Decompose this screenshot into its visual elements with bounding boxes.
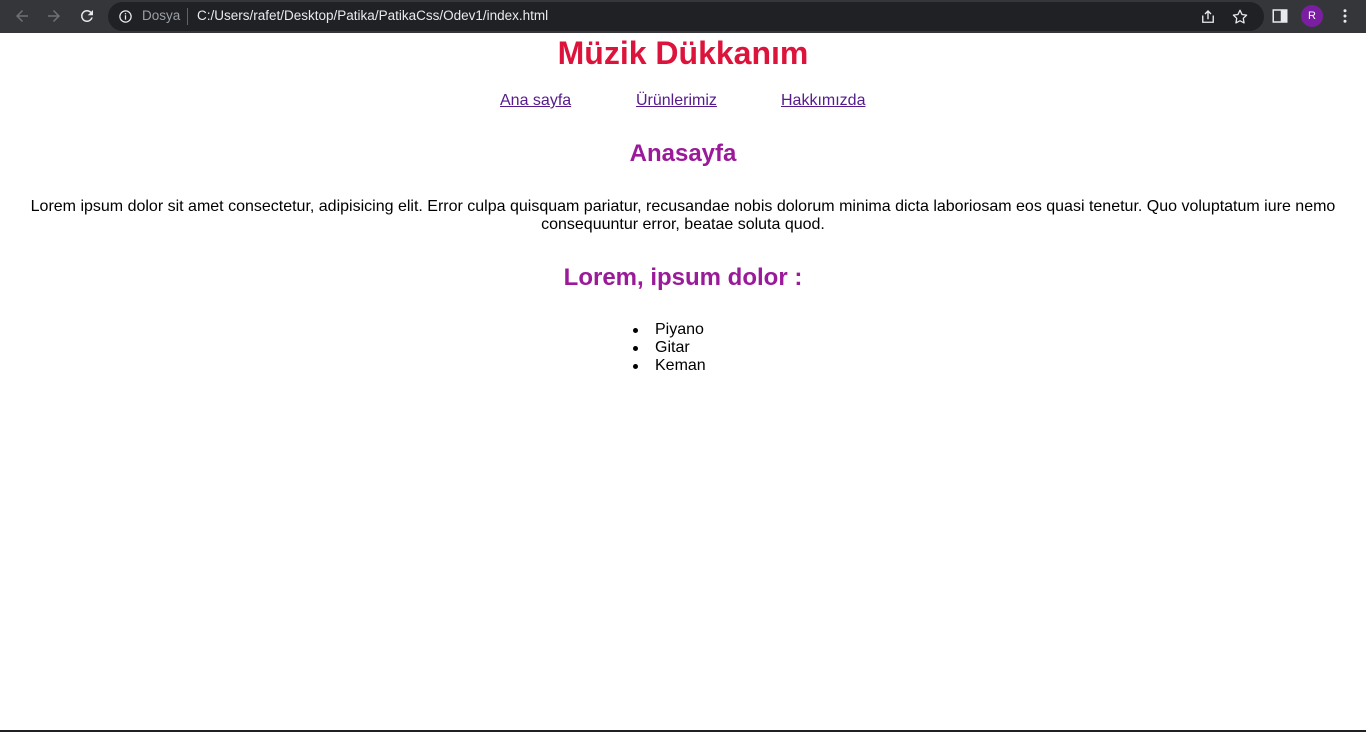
list-item: Piyano <box>633 321 706 339</box>
forward-icon <box>48 10 60 22</box>
list-item: Gitar <box>633 339 706 357</box>
omnibox-separator <box>187 8 188 25</box>
side-panel-icon[interactable] <box>1271 7 1289 25</box>
share-icon[interactable] <box>1199 8 1217 26</box>
list-heading: Lorem, ipsum dolor : <box>563 264 803 291</box>
nav-link-about[interactable]: Hakkımızda <box>781 91 865 111</box>
nav-link-products[interactable]: Ürünlerimiz <box>636 91 717 111</box>
info-icon[interactable] <box>118 9 133 24</box>
profile-avatar[interactable]: R <box>1301 5 1323 27</box>
intro-paragraph: Lorem ipsum dolor sit amet consectetur, … <box>30 198 1336 233</box>
nav-link-home[interactable]: Ana sayfa <box>500 91 571 111</box>
section-heading: Anasayfa <box>629 140 737 167</box>
back-icon <box>16 10 28 22</box>
address-bar[interactable]: Dosya C:/Users/rafet/Desktop/Patika/Pati… <box>108 2 1264 31</box>
instrument-list: Piyano Gitar Keman <box>633 321 706 375</box>
forward-button[interactable] <box>40 2 68 30</box>
site-title: Müzik Dükkanım <box>557 35 809 71</box>
site-chip[interactable]: Dosya <box>142 8 180 23</box>
menu-icon[interactable] <box>1336 7 1354 25</box>
browser-toolbar: Dosya C:/Users/rafet/Desktop/Patika/Pati… <box>0 0 1366 33</box>
main-nav: Ana sayfa Ürünlerimiz Hakkımızda <box>0 91 1366 111</box>
reload-icon <box>80 9 93 22</box>
list-item: Keman <box>633 357 706 375</box>
back-button[interactable] <box>8 2 36 30</box>
url-text[interactable]: C:/Users/rafet/Desktop/Patika/PatikaCss/… <box>197 8 548 23</box>
star-icon[interactable] <box>1231 8 1249 26</box>
reload-button[interactable] <box>73 2 101 30</box>
